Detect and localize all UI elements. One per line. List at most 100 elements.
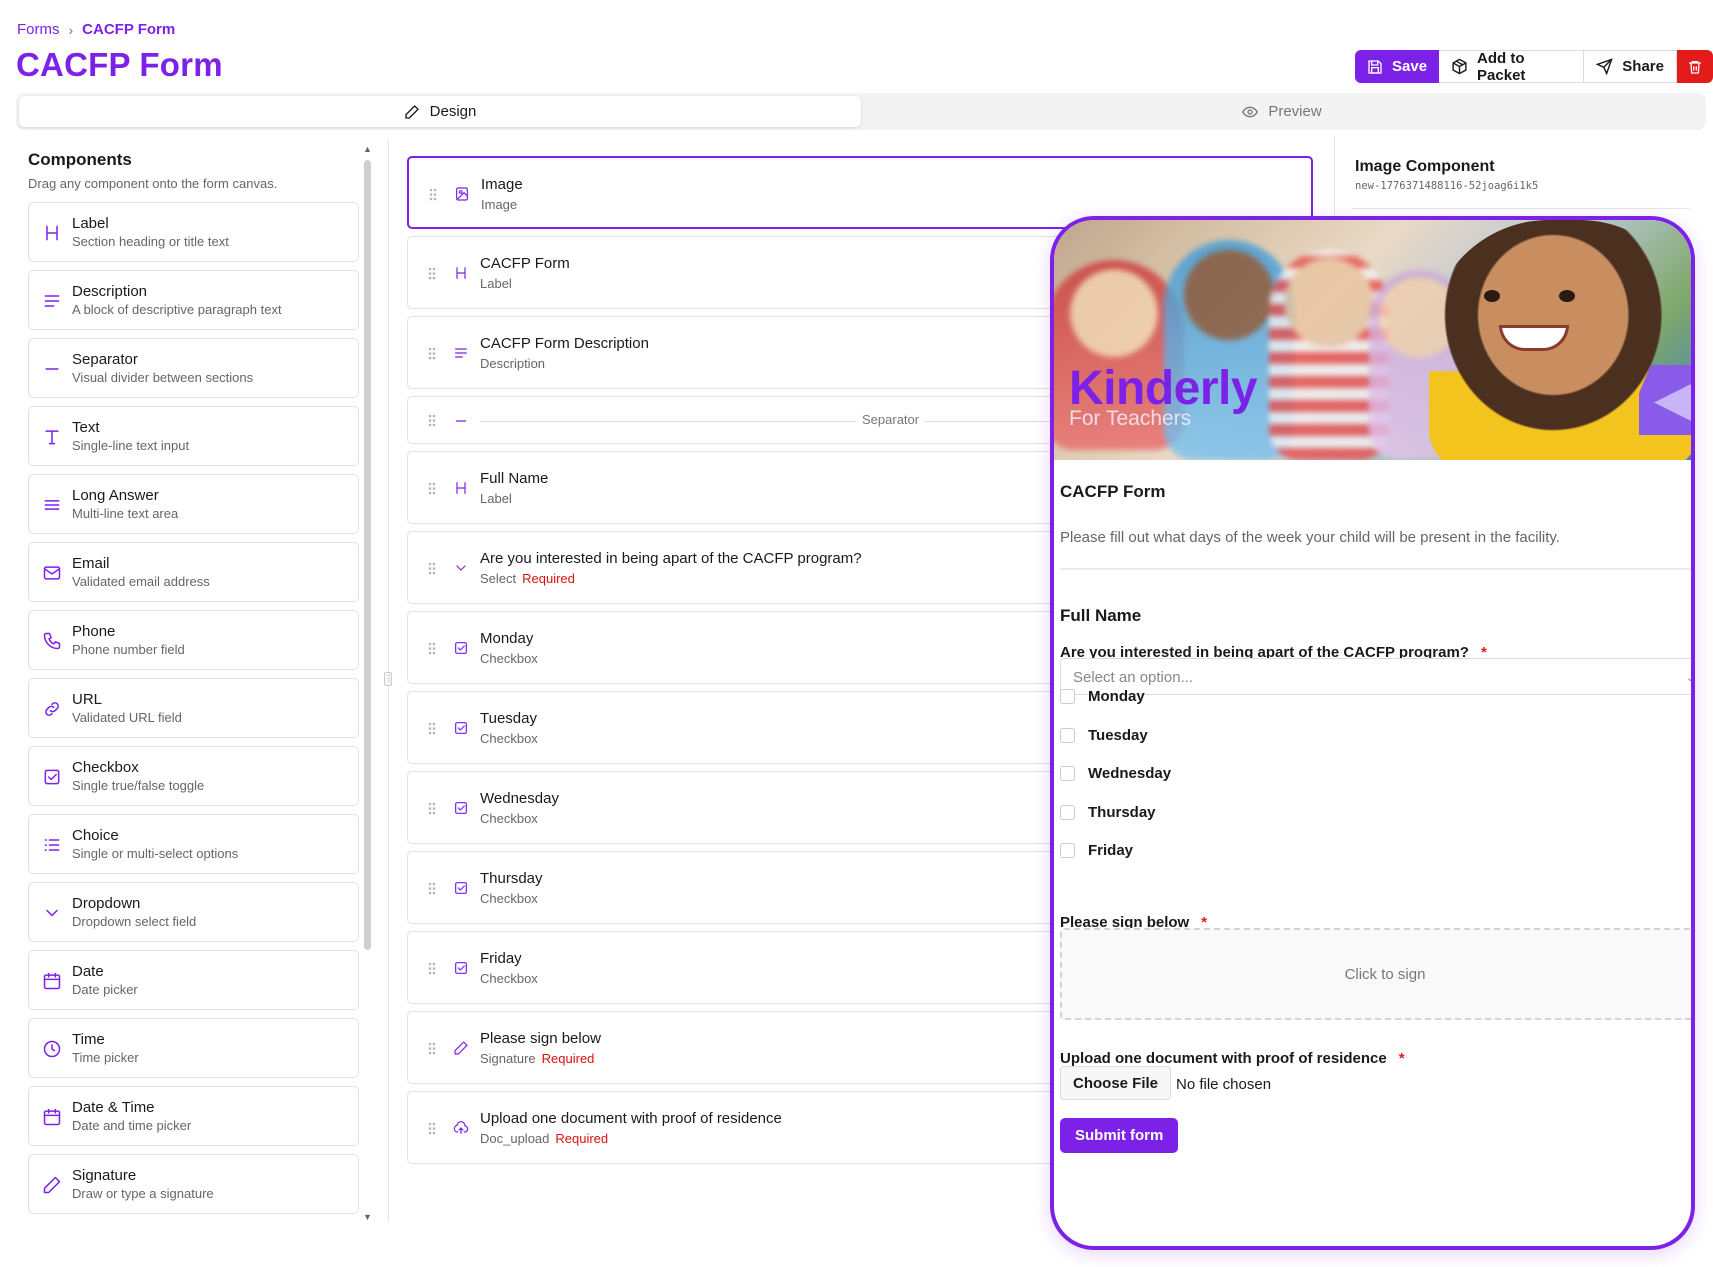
component-item[interactable]: Label Section heading or title text xyxy=(28,202,359,262)
calendar-icon xyxy=(42,971,62,991)
checkbox[interactable] xyxy=(1060,804,1075,820)
scrollbar-thumb[interactable] xyxy=(364,160,371,950)
field-name: Full Name xyxy=(480,470,549,487)
preview-day-checkbox[interactable]: Friday xyxy=(1060,842,1133,859)
send-icon xyxy=(1596,58,1614,75)
paragraph-icon xyxy=(42,291,62,311)
component-item[interactable]: Time Time picker xyxy=(28,1018,359,1078)
delete-button[interactable] xyxy=(1677,50,1713,83)
checkbox[interactable] xyxy=(1060,727,1075,743)
drag-handle-icon[interactable] xyxy=(428,482,436,495)
component-item[interactable]: Date Date picker xyxy=(28,950,359,1010)
drag-handle-icon[interactable] xyxy=(428,882,436,895)
drag-handle-icon[interactable] xyxy=(428,802,436,815)
field-type: Select xyxy=(480,571,517,586)
add-to-packet-button[interactable]: Add to Packet xyxy=(1439,50,1585,84)
components-scrollbar[interactable]: ▲ ▼ xyxy=(362,144,372,1222)
component-name: Checkbox xyxy=(72,759,139,776)
component-desc: Dropdown select field xyxy=(72,914,197,929)
field-meta: Checkbox xyxy=(480,731,538,746)
field-meta: Image xyxy=(481,197,517,212)
preview-full-name-label: Full Name xyxy=(1060,606,1142,625)
component-item[interactable]: Date & Time Date and time picker xyxy=(28,1086,359,1146)
drag-handle-icon[interactable] xyxy=(428,642,436,655)
preview-description: Please fill out what days of the week yo… xyxy=(1060,529,1560,546)
preview-day-checkbox[interactable]: Thursday xyxy=(1060,804,1156,821)
component-item[interactable]: Checkbox Single true/false toggle xyxy=(28,746,359,806)
preview-day-checkbox[interactable]: Monday xyxy=(1060,688,1145,705)
component-item[interactable]: Signature Draw or type a signature xyxy=(28,1154,359,1214)
field-name: Friday xyxy=(480,950,522,967)
component-name: Long Answer xyxy=(72,487,159,504)
component-item[interactable]: Text Single-line text input xyxy=(28,406,359,466)
required-badge: Required xyxy=(541,1051,595,1066)
component-item[interactable]: Separator Visual divider between sections xyxy=(28,338,359,398)
component-name: Choice xyxy=(72,827,119,844)
image-icon xyxy=(454,186,470,202)
drag-handle-icon[interactable] xyxy=(428,1042,436,1055)
banner-tagline: For Teachers xyxy=(1069,407,1192,430)
tab-design[interactable]: Design xyxy=(19,96,861,127)
required-badge: Required xyxy=(522,571,575,586)
scroll-down-icon[interactable]: ▼ xyxy=(363,1212,372,1222)
day-label: Friday xyxy=(1088,842,1134,859)
scroll-up-icon[interactable]: ▲ xyxy=(363,144,372,154)
component-desc: Validated email address xyxy=(72,574,210,589)
component-name: Time xyxy=(72,1031,105,1048)
field-name: CACFP Form Description xyxy=(480,335,649,352)
component-item[interactable]: Description A block of descriptive paragr… xyxy=(28,270,359,330)
checkbox[interactable] xyxy=(1060,843,1075,858)
properties-separator xyxy=(1352,208,1690,209)
choose-file-button[interactable]: Choose File xyxy=(1060,1066,1172,1100)
component-item[interactable]: URL Validated URL field xyxy=(28,678,359,738)
chevron-down-icon xyxy=(453,560,469,576)
eye-icon xyxy=(1242,104,1259,120)
field-type: Image xyxy=(481,197,518,212)
field-name: Monday xyxy=(480,630,534,647)
component-item[interactable]: Choice Single or multi-select options xyxy=(28,814,359,874)
heading-icon xyxy=(453,480,469,496)
tab-preview[interactable]: Preview xyxy=(861,96,1703,127)
breadcrumb-current: CACFP Form xyxy=(82,21,176,38)
drag-handle-icon[interactable] xyxy=(428,562,436,575)
drag-handle-icon[interactable] xyxy=(428,267,436,280)
share-label: Share xyxy=(1622,58,1664,75)
tab-preview-label: Preview xyxy=(1268,103,1322,120)
drag-handle-icon[interactable] xyxy=(429,188,437,201)
checkbox[interactable] xyxy=(1060,766,1075,781)
drag-handle-icon[interactable] xyxy=(428,414,436,427)
resize-handle[interactable]: ⋮ xyxy=(384,672,393,686)
submit-button[interactable]: Submit form xyxy=(1060,1118,1179,1153)
drag-handle-icon[interactable] xyxy=(428,1122,436,1135)
required-marker: * xyxy=(1398,1050,1405,1067)
save-button[interactable]: Save xyxy=(1355,50,1440,83)
component-item[interactable]: Dropdown Dropdown select field xyxy=(28,882,359,942)
component-item[interactable]: Email Validated email address xyxy=(28,542,359,602)
component-name: Email xyxy=(72,555,110,572)
component-item[interactable]: Long Answer Multi-line text area xyxy=(28,474,359,534)
tab-design-label: Design xyxy=(429,103,477,120)
component-desc: Single or multi-select options xyxy=(72,846,239,861)
separator-icon xyxy=(453,413,469,429)
components-list: Label Section heading or title text Descri… xyxy=(28,202,359,1222)
drag-handle-icon[interactable] xyxy=(428,347,436,360)
share-button[interactable]: Share xyxy=(1584,50,1677,83)
checkbox-icon xyxy=(453,880,469,896)
field-type: Checkbox xyxy=(480,891,538,906)
checkbox[interactable] xyxy=(1060,689,1075,704)
preview-day-checkbox[interactable]: Wednesday xyxy=(1060,765,1171,782)
field-name: Please sign below xyxy=(480,1030,601,1047)
drag-handle-icon[interactable] xyxy=(428,962,436,975)
breadcrumb-forms-link[interactable]: Forms xyxy=(17,21,60,38)
pencil-icon xyxy=(404,104,420,120)
component-desc: Validated URL field xyxy=(72,710,182,725)
signature-placeholder: Click to sign xyxy=(1344,965,1426,983)
component-item[interactable]: Phone Phone number field xyxy=(28,610,359,670)
drag-handle-icon[interactable] xyxy=(428,722,436,735)
pen-icon xyxy=(42,1175,62,1195)
field-type: Signature xyxy=(480,1051,536,1066)
preview-day-checkbox[interactable]: Tuesday xyxy=(1060,727,1148,744)
preview-select[interactable]: Select an option... ⌄ xyxy=(1060,658,1691,695)
signature-pad[interactable]: Click to sign xyxy=(1060,928,1691,1020)
component-desc: Phone number field xyxy=(72,642,185,657)
